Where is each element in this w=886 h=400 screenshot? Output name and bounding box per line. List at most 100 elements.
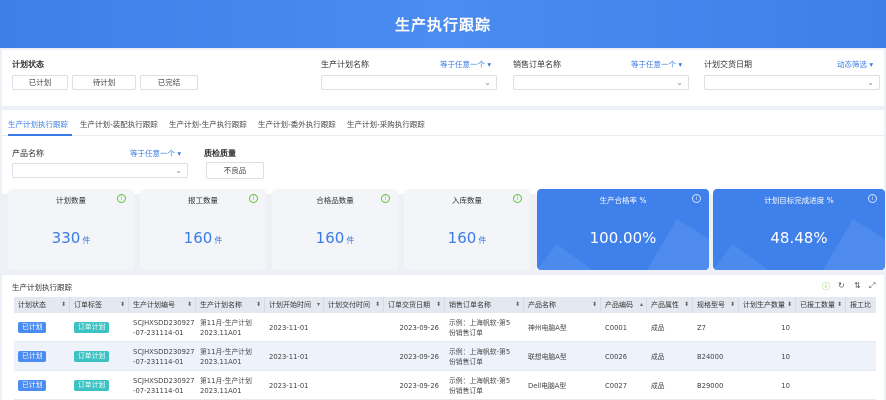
cell-tag: 订单计划 — [70, 313, 129, 342]
metric-value: 330 件 — [51, 229, 91, 247]
status-badge: 已计划 — [18, 380, 47, 391]
delivery-date-operator[interactable]: 动态筛选 ▾ — [837, 59, 873, 70]
chevron-down-icon: ⌄ — [867, 78, 874, 87]
sort-icon[interactable]: ⬍ — [120, 301, 125, 308]
column-header[interactable]: 计划交付时间 ⬍ — [324, 297, 384, 313]
info-icon[interactable]: i — [381, 194, 390, 203]
tab-production-tracking[interactable]: 生产计划-生产执行跟踪 — [169, 119, 247, 130]
metric-label: 报工数量 — [188, 196, 218, 205]
metric-card-stock-in-qty: 入库数量 i 160 件 — [404, 189, 530, 270]
product-name-operator[interactable]: 等于任意一个 ▾ — [130, 148, 181, 159]
status-option-finished[interactable]: 已完结 — [140, 75, 198, 90]
cell-plan-code: SCJHXSDD230927 -07-231114-01 — [133, 347, 195, 366]
column-header[interactable]: 产品编码 ▴ — [601, 297, 647, 313]
info-icon[interactable]: ⓘ — [822, 281, 830, 292]
tab-purchase-tracking[interactable]: 生产计划-采购执行跟踪 — [347, 119, 425, 130]
cell-plan-name: 第11月-生产计划 2023.11A01 — [200, 318, 252, 337]
filter-panel: 计划状态 已计划 待计划 已完结 生产计划名称 等于任意一个 ▾ ⌄ 销售订单名… — [2, 50, 884, 106]
filter-icon[interactable]: ⇅ — [854, 281, 861, 290]
cell-product-code: C0026 — [605, 352, 628, 361]
sort-icon[interactable]: ⬍ — [436, 301, 441, 308]
sort-icon[interactable]: ▾ — [317, 301, 320, 308]
cell-done — [796, 313, 846, 342]
info-icon[interactable]: i — [868, 194, 877, 203]
status-option-pending[interactable]: 待计划 — [72, 75, 136, 90]
sort-icon[interactable]: ▴ — [640, 301, 643, 308]
fullscreen-icon[interactable]: ⤢ — [869, 281, 875, 291]
sort-icon[interactable]: ⬍ — [592, 301, 597, 308]
metric-card-report-qty: 报工数量 i 160 件 — [140, 189, 266, 270]
metric-value: 160 件 — [315, 229, 355, 247]
active-tab-indicator — [8, 134, 72, 136]
cell-attr: 成品 — [651, 381, 665, 390]
cell-spec: Z7 — [697, 323, 706, 332]
status-badge: 已计划 — [18, 322, 47, 333]
plan-name-select[interactable]: ⌄ — [321, 75, 497, 90]
column-header[interactable]: 产品属性 ⬍ — [647, 297, 693, 313]
order-tag-badge: 订单计划 — [74, 351, 110, 362]
cell-due: 2023-09-26 — [399, 352, 439, 361]
metric-value: 160 件 — [447, 229, 487, 247]
table-row[interactable]: 已计划 订单计划 SCJHXSDD230927 -07-231114-01 第11… — [14, 313, 876, 342]
cell-plan-name: 第11月-生产计划 2023.11A01 — [200, 376, 252, 395]
sort-icon[interactable]: ⬍ — [256, 301, 261, 308]
tab-plan-tracking[interactable]: 生产计划执行跟踪 — [8, 119, 68, 130]
column-header[interactable]: 计划开始时间 ▾ — [265, 297, 324, 313]
tab-outsourcing-tracking[interactable]: 生产计划-委外执行跟踪 — [258, 119, 336, 130]
status-option-planned[interactable]: 已计划 — [12, 75, 68, 90]
cell-done — [796, 371, 846, 400]
sort-icon[interactable]: ⬍ — [684, 301, 689, 308]
column-header[interactable]: 生产计划名称 ⬍ — [196, 297, 265, 313]
info-icon[interactable]: i — [692, 194, 701, 203]
sort-icon[interactable]: ⬍ — [515, 301, 520, 308]
info-icon[interactable]: i — [249, 194, 258, 203]
refresh-icon[interactable]: ↻ — [838, 281, 845, 290]
cell-sales-order: 示例：上海帆软-第5 份销售订单 — [449, 376, 511, 395]
column-header[interactable]: 已报工数量 ⬍ — [796, 297, 846, 313]
column-header[interactable]: 报工比 — [846, 297, 876, 313]
sort-icon[interactable]: ⬍ — [837, 301, 842, 308]
cell-plan-code: SCJHXSDD230927 -07-231114-01 — [133, 318, 195, 337]
product-name-select[interactable]: ⌄ — [12, 163, 188, 178]
sort-icon[interactable]: ⬍ — [187, 301, 192, 308]
metric-label: 计划数量 — [56, 196, 86, 205]
sort-icon[interactable]: ⬍ — [375, 301, 380, 308]
tab-panel: 生产计划执行跟踪 生产计划-装配执行跟踪 生产计划-生产执行跟踪 生产计划-委外… — [2, 110, 884, 194]
column-header[interactable]: 计划生产数量 ⬍ — [739, 297, 796, 313]
cell-status: 已计划 — [14, 342, 70, 371]
table-row[interactable]: 已计划 订单计划 SCJHXSDD230927 -07-231114-01 第11… — [14, 371, 876, 400]
column-header[interactable]: 产品名称 ⬍ — [524, 297, 601, 313]
sort-icon[interactable]: ⬍ — [787, 301, 792, 308]
plan-name-operator[interactable]: 等于任意一个 ▾ — [440, 59, 491, 70]
cell-start: 2023-11-01 — [269, 381, 309, 390]
tab-assembly-tracking[interactable]: 生产计划-装配执行跟踪 — [80, 119, 158, 130]
cell-spec: B24000 — [697, 352, 724, 361]
order-tag-badge: 订单计划 — [74, 322, 110, 333]
delivery-date-select[interactable]: ⌄ — [704, 75, 880, 90]
column-header[interactable]: 规格型号 ⬍ — [693, 297, 739, 313]
sales-order-operator[interactable]: 等于任意一个 ▾ — [631, 59, 682, 70]
table-row[interactable]: 已计划 订单计划 SCJHXSDD230927 -07-231114-01 第11… — [14, 342, 876, 371]
info-icon[interactable]: i — [117, 194, 126, 203]
sort-icon[interactable]: ⬍ — [730, 301, 735, 308]
cell-plan-code: SCJHXSDD230927 -07-231114-01 — [133, 376, 195, 395]
sales-order-select[interactable]: ⌄ — [513, 75, 689, 90]
cell-status: 已计划 — [14, 371, 70, 400]
cell-product: Dell电脑A型 — [528, 381, 567, 390]
table-title: 生产计划执行跟踪 — [12, 283, 72, 292]
sales-order-label: 销售订单名称 — [513, 60, 561, 69]
cell-qty: 10 — [781, 381, 790, 390]
quality-option-defective[interactable]: 不良品 — [206, 162, 264, 179]
cell-due: 2023-09-26 — [399, 323, 439, 332]
column-header[interactable]: 销售订单名称 ⬍ — [445, 297, 524, 313]
info-icon[interactable]: i — [513, 194, 522, 203]
column-header[interactable]: 订单标签 ⬍ — [70, 297, 129, 313]
column-header[interactable]: 计划状态 ⬍ — [14, 297, 70, 313]
metric-label: 生产合格率 % — [599, 196, 647, 205]
column-header[interactable]: 生产计划编号 ⬍ — [129, 297, 196, 313]
column-header[interactable]: 订单交货日期 ⬍ — [384, 297, 445, 313]
page-title: 生产执行跟踪 — [394, 15, 491, 34]
page-header: 生产执行跟踪 — [0, 0, 886, 48]
sort-icon[interactable]: ⬍ — [61, 301, 66, 308]
plan-name-label: 生产计划名称 — [321, 60, 369, 69]
